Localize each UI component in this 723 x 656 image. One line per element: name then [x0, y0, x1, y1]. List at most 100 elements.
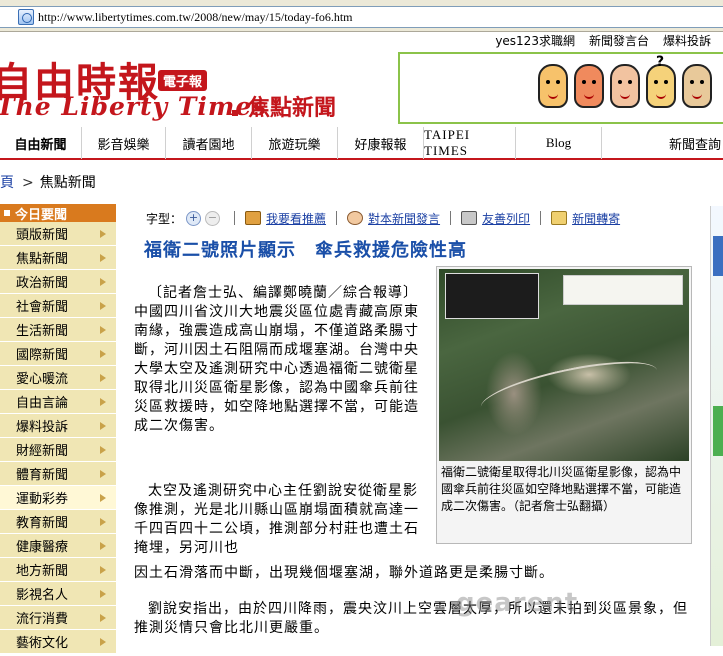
sidebar-item-label: 愛心暖流 — [16, 372, 69, 387]
sidebar-item-celebrity[interactable]: 影視名人 — [0, 582, 116, 606]
article-paragraph-2: 太空及遙測研究中心主任劉說安從衛星影像推測，光是北川縣山區崩塌面積就高達一千四百… — [134, 483, 419, 556]
toolbar-divider — [540, 211, 542, 225]
comment-label: 對本新聞發言 — [368, 211, 441, 226]
sidebar-item-finance[interactable]: 財經新聞 — [0, 438, 116, 462]
arrow-right-icon — [100, 613, 106, 622]
print-link[interactable]: 友善列印 — [461, 210, 530, 227]
sidebar-item-society[interactable]: 社會新聞 — [0, 294, 116, 318]
nav-item-news[interactable]: 自由新聞 — [0, 127, 82, 159]
browser-toolbar: http://www.libertytimes.com.tw/2008/new/… — [0, 0, 723, 32]
right-side-ad[interactable] — [710, 206, 723, 646]
arrow-right-icon — [100, 493, 106, 502]
recommend-label: 我要看推薦 — [266, 211, 327, 226]
arrow-right-icon — [100, 445, 106, 454]
article-photo-figure: 福衛二號衛星取得北川災區衛星影像，認為中國傘兵前往災區如空降地點選擇不當，可能造… — [436, 266, 692, 544]
breadcrumb: 頁 > 焦點新聞 — [0, 172, 96, 192]
question-mark: ? — [656, 54, 665, 70]
forward-link[interactable]: 新聞轉寄 — [551, 210, 620, 227]
sidebar-item-label: 流行消費 — [16, 612, 69, 627]
sidebar-item-education[interactable]: 教育新聞 — [0, 510, 116, 534]
address-url[interactable]: http://www.libertytimes.com.tw/2008/new/… — [38, 10, 353, 25]
sidebar: 今日要聞 頭版新聞 焦點新聞 政治新聞 社會新聞 生活新聞 國際新聞 愛心暖流 … — [0, 204, 116, 654]
satellite-logos — [563, 275, 683, 305]
zoom-out-icon[interactable]: − — [205, 210, 221, 226]
toolbar-divider — [450, 211, 452, 225]
font-size-label: 字型： — [146, 211, 183, 226]
article-toolbar: 字型： + − 我要看推薦 對本新聞發言 友善列印 新聞轉寄 — [146, 208, 696, 228]
arrow-right-icon — [100, 421, 106, 430]
sidebar-item-label: 教育新聞 — [16, 516, 69, 531]
print-label: 友善列印 — [482, 211, 531, 226]
arrow-right-icon — [100, 565, 106, 574]
sidebar-item-local[interactable]: 地方新聞 — [0, 558, 116, 582]
address-bar[interactable]: http://www.libertytimes.com.tw/2008/new/… — [0, 6, 723, 28]
nav-item-blog[interactable]: Blog — [516, 127, 602, 159]
top-link-forum[interactable]: 新聞發言台 — [589, 32, 649, 48]
sidebar-item-arts[interactable]: 藝術文化 — [0, 630, 116, 654]
nav-search-link[interactable]: 新聞查詢 — [669, 134, 721, 153]
cartoon-face-icon — [682, 64, 712, 108]
sidebar-item-tips[interactable]: 爆料投訴 — [0, 414, 116, 438]
article-title: 福衛二號照片顯示 傘兵救援危險性高 — [144, 240, 467, 261]
sidebar-item-label: 政治新聞 — [16, 276, 69, 291]
toolbar-divider — [234, 211, 236, 225]
sidebar-item-label: 地方新聞 — [16, 564, 69, 579]
sidebar-item-fashion[interactable]: 流行消費 — [0, 606, 116, 630]
arrow-right-icon — [100, 373, 106, 382]
top-link-jobs[interactable]: yes123求職網 — [495, 32, 575, 48]
logo-english[interactable]: The Liberty Times — [0, 92, 267, 121]
header-ad-banner[interactable]: ? — [398, 52, 723, 124]
logo-badge: 電子報 — [158, 70, 208, 91]
arrow-right-icon — [100, 589, 106, 598]
site-header: yes123求職網 新聞發言台 爆料投訴 自由時報 電子報 The Libert… — [0, 32, 723, 128]
arrow-right-icon — [100, 397, 106, 406]
top-link-tips[interactable]: 爆料投訴 — [663, 32, 711, 48]
arrow-right-icon — [100, 325, 106, 334]
reporter-icon — [347, 211, 364, 225]
toolbar-divider — [336, 211, 338, 225]
printer-icon — [461, 211, 478, 225]
sidebar-item-label: 生活新聞 — [16, 324, 69, 339]
sidebar-item-lottery[interactable]: 運動彩券 — [0, 486, 116, 510]
logo-separator — [232, 110, 238, 116]
sidebar-item-label: 社會新聞 — [16, 300, 69, 315]
nav-item-deals[interactable]: 好康報報 — [338, 127, 424, 159]
nav-item-taipei-times[interactable]: TAIPEI TIMES — [424, 127, 516, 159]
sidebar-item-life[interactable]: 生活新聞 — [0, 318, 116, 342]
cartoon-faces — [538, 64, 712, 108]
sidebar-item-label: 爆料投訴 — [16, 420, 69, 435]
breadcrumb-separator: > — [22, 175, 34, 191]
sidebar-item-label: 運動彩券 — [16, 492, 69, 507]
sidebar-item-label: 財經新聞 — [16, 444, 69, 459]
sidebar-item-sports[interactable]: 體育新聞 — [0, 462, 116, 486]
sidebar-item-label: 藝術文化 — [16, 636, 69, 651]
sidebar-item-charity[interactable]: 愛心暖流 — [0, 366, 116, 390]
comment-link[interactable]: 對本新聞發言 — [347, 210, 440, 227]
bullet-icon — [4, 210, 10, 216]
mail-icon — [551, 211, 568, 225]
river-line — [476, 350, 662, 428]
sidebar-item-label: 自由言論 — [16, 396, 69, 411]
zoom-in-icon[interactable]: + — [186, 210, 202, 226]
nav-item-readers[interactable]: 讀者園地 — [166, 127, 252, 159]
recommend-link[interactable]: 我要看推薦 — [245, 210, 326, 227]
sidebar-item-world[interactable]: 國際新聞 — [0, 342, 116, 366]
sidebar-item-health[interactable]: 健康醫療 — [0, 534, 116, 558]
arrow-right-icon — [100, 517, 106, 526]
sidebar-item-focus[interactable]: 焦點新聞 — [0, 246, 116, 270]
breadcrumb-home[interactable]: 頁 — [0, 175, 14, 191]
sidebar-item-label: 焦點新聞 — [16, 252, 69, 267]
forward-label: 新聞轉寄 — [572, 211, 621, 226]
arrow-right-icon — [100, 253, 106, 262]
nav-item-travel[interactable]: 旅遊玩樂 — [252, 127, 338, 159]
sidebar-item-front[interactable]: 頭版新聞 — [0, 222, 116, 246]
nav-item-video[interactable]: 影音娛樂 — [82, 127, 166, 159]
watermark: gearent — [456, 588, 579, 618]
cartoon-face-icon — [538, 64, 568, 108]
arrow-right-icon — [100, 301, 106, 310]
satellite-inset — [445, 273, 539, 319]
sidebar-item-politics[interactable]: 政治新聞 — [0, 270, 116, 294]
satellite-image[interactable] — [439, 269, 689, 461]
sidebar-item-opinion[interactable]: 自由言論 — [0, 390, 116, 414]
cartoon-face-icon — [610, 64, 640, 108]
